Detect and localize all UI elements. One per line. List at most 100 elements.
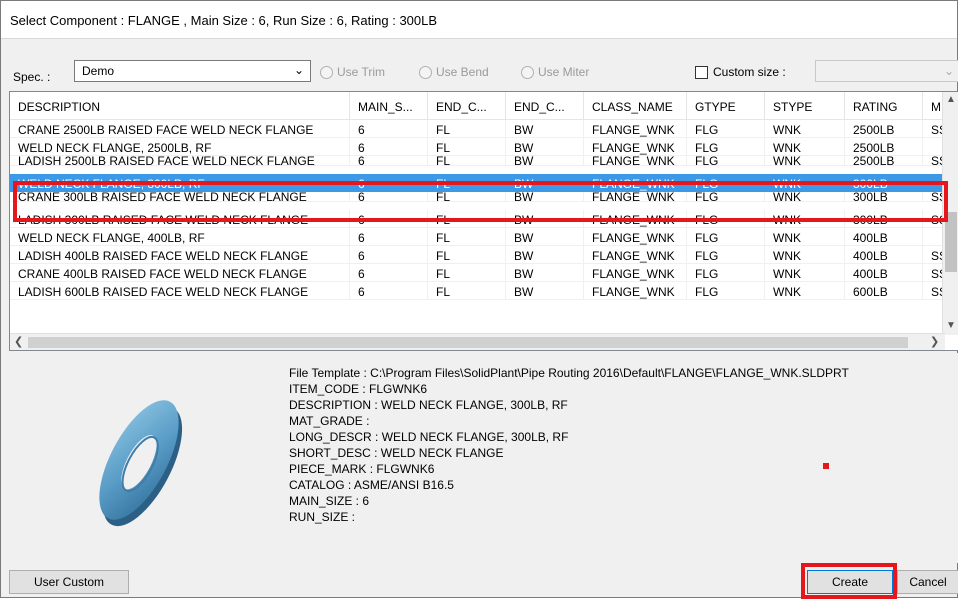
info-mat-grade: MAT_GRADE :: [289, 414, 370, 428]
cancel-button[interactable]: Cancel: [897, 570, 958, 594]
cell-end-c1: FL: [428, 210, 506, 228]
cell-stype: WNK: [765, 246, 845, 264]
cell-class-name: FLANGE_WNK: [584, 138, 687, 156]
chevron-down-icon: ⌄: [293, 63, 304, 77]
cell-gtype: FLG: [687, 120, 765, 138]
cell-end-c1: FL: [428, 246, 506, 264]
cell-main-size: 6: [350, 210, 428, 228]
use-trim-label: Use Trim: [337, 65, 385, 79]
info-item-code: ITEM_CODE : FLGWNK6: [289, 382, 428, 396]
cell-stype: WNK: [765, 174, 845, 192]
info-run-size: RUN_SIZE :: [289, 510, 356, 524]
use-bend-label: Use Bend: [436, 65, 489, 79]
component-table: DESCRIPTION MAIN_S... END_C... END_C... …: [9, 91, 958, 351]
custom-size-checkbox[interactable]: Custom size :: [695, 65, 786, 79]
cell-main-size: 6: [350, 264, 428, 282]
table-row[interactable]: CRANE 300LB RAISED FACE WELD NECK FLANGE…: [10, 192, 945, 210]
table-row[interactable]: LADISH 600LB RAISED FACE WELD NECK FLANG…: [10, 282, 945, 300]
cell-class-name: FLANGE_WNK: [584, 228, 687, 246]
info-main-size: MAIN_SIZE : 6: [289, 494, 370, 508]
cell-end-c1: FL: [428, 228, 506, 246]
cell-class-name: FLANGE_WNK: [584, 174, 687, 192]
column-header-description[interactable]: DESCRIPTION: [10, 92, 350, 120]
use-trim-radio[interactable]: Use Trim: [320, 65, 385, 79]
scroll-down-icon[interactable]: ▼: [946, 320, 956, 331]
cell-description: LADISH 300LB RAISED FACE WELD NECK FLANG…: [10, 210, 350, 228]
cell-rating: 2500LB: [845, 120, 923, 138]
chevron-down-icon: ⌄: [943, 64, 954, 78]
cell-end-c2: BW: [506, 264, 584, 282]
table-row[interactable]: LADISH 300LB RAISED FACE WELD NECK FLANG…: [10, 210, 945, 228]
column-header-stype[interactable]: STYPE: [765, 92, 845, 120]
column-header-rating[interactable]: RATING: [845, 92, 923, 120]
info-catalog: CATALOG : ASME/ANSI B16.5: [289, 478, 454, 492]
info-description: DESCRIPTION : WELD NECK FLANGE, 300LB, R…: [289, 398, 568, 412]
annotation-marker: [823, 463, 829, 469]
cell-description: CRANE 2500LB RAISED FACE WELD NECK FLANG…: [10, 120, 350, 138]
cell-description: WELD NECK FLANGE, 2500LB, RF: [10, 138, 350, 156]
info-short-desc: SHORT_DESC : WELD NECK FLANGE: [289, 446, 504, 460]
cell-end-c2: BW: [506, 120, 584, 138]
cell-stype: WNK: [765, 192, 845, 202]
cell-gtype: FLG: [687, 138, 765, 156]
cell-description: LADISH 600LB RAISED FACE WELD NECK FLANG…: [10, 282, 350, 300]
custom-size-dropdown[interactable]: ⌄: [815, 60, 958, 82]
select-component-dialog: Select Component : FLANGE , Main Size : …: [0, 0, 958, 599]
cell-description: WELD NECK FLANGE, 300LB, RF: [10, 174, 350, 192]
cell-stype: WNK: [765, 138, 845, 156]
table-row[interactable]: LADISH 2500LB RAISED FACE WELD NECK FLAN…: [10, 156, 945, 174]
cell-gtype: FLG: [687, 156, 765, 166]
table-row[interactable]: WELD NECK FLANGE, 2500LB, RF 6 FL BW FLANGE_…: [10, 138, 945, 156]
column-header-main-size[interactable]: MAIN_S...: [350, 92, 428, 120]
table-row[interactable]: LADISH 400LB RAISED FACE WELD NECK FLANG…: [10, 246, 945, 264]
cell-gtype: FLG: [687, 192, 765, 202]
cell-class-name: FLANGE_WNK: [584, 156, 687, 166]
cell-end-c1: FL: [428, 192, 506, 202]
column-header-class-name[interactable]: CLASS_NAME: [584, 92, 687, 120]
scroll-thumb[interactable]: [28, 337, 908, 348]
cell-class-name: FLANGE_WNK: [584, 192, 687, 202]
column-header-end-c1[interactable]: END_C...: [428, 92, 506, 120]
cell-class-name: FLANGE_WNK: [584, 120, 687, 138]
cell-stype: WNK: [765, 264, 845, 282]
column-header-end-c2[interactable]: END_C...: [506, 92, 584, 120]
dialog-title: Select Component : FLANGE , Main Size : …: [1, 1, 957, 39]
cell-rating: 400LB: [845, 228, 923, 246]
table-row[interactable]: WELD NECK FLANGE, 300LB, RF 6 FL BW FLANGE_W…: [10, 174, 945, 192]
user-custom-button[interactable]: User Custom: [9, 570, 129, 594]
horizontal-scrollbar[interactable]: ❮ ❯: [10, 333, 945, 350]
scroll-up-icon[interactable]: ▲: [946, 94, 956, 105]
scroll-left-icon[interactable]: ❮: [14, 335, 23, 348]
scroll-thumb[interactable]: [945, 212, 957, 272]
table-body: CRANE 2500LB RAISED FACE WELD NECK FLANG…: [10, 120, 945, 300]
table-row[interactable]: CRANE 2500LB RAISED FACE WELD NECK FLANG…: [10, 120, 945, 138]
scroll-right-icon[interactable]: ❯: [930, 335, 939, 348]
cell-end-c2: BW: [506, 228, 584, 246]
flange-3d-icon: [99, 400, 183, 527]
cell-stype: WNK: [765, 228, 845, 246]
cell-rating: 300LB: [845, 210, 923, 228]
column-header-gtype[interactable]: GTYPE: [687, 92, 765, 120]
create-button[interactable]: Create: [807, 570, 893, 594]
cell-gtype: FLG: [687, 228, 765, 246]
table-row[interactable]: CRANE 400LB RAISED FACE WELD NECK FLANGE…: [10, 264, 945, 282]
custom-size-label: Custom size :: [713, 65, 786, 79]
cell-end-c1: FL: [428, 282, 506, 300]
vertical-scrollbar[interactable]: ▲ ▼: [942, 92, 958, 335]
cell-class-name: FLANGE_WNK: [584, 282, 687, 300]
cell-main-size: 6: [350, 282, 428, 300]
use-miter-radio[interactable]: Use Miter: [521, 65, 589, 79]
radio-circle-icon: [419, 65, 432, 79]
cell-end-c2: BW: [506, 174, 584, 192]
cell-main-size: 6: [350, 174, 428, 192]
info-piece-mark: PIECE_MARK : FLGWNK6: [289, 462, 435, 476]
cell-rating: 2500LB: [845, 156, 923, 166]
spec-dropdown[interactable]: Demo ⌄: [74, 60, 311, 82]
use-miter-label: Use Miter: [538, 65, 590, 79]
cell-gtype: FLG: [687, 210, 765, 228]
use-bend-radio[interactable]: Use Bend: [419, 65, 489, 79]
table-row[interactable]: WELD NECK FLANGE, 400LB, RF 6 FL BW FLANGE_W…: [10, 228, 945, 246]
table-header: DESCRIPTION MAIN_S... END_C... END_C... …: [10, 92, 945, 120]
cell-main-size: 6: [350, 246, 428, 264]
spec-row: Spec. : Demo ⌄ Use Trim Use Bend Use Mit…: [1, 57, 958, 87]
